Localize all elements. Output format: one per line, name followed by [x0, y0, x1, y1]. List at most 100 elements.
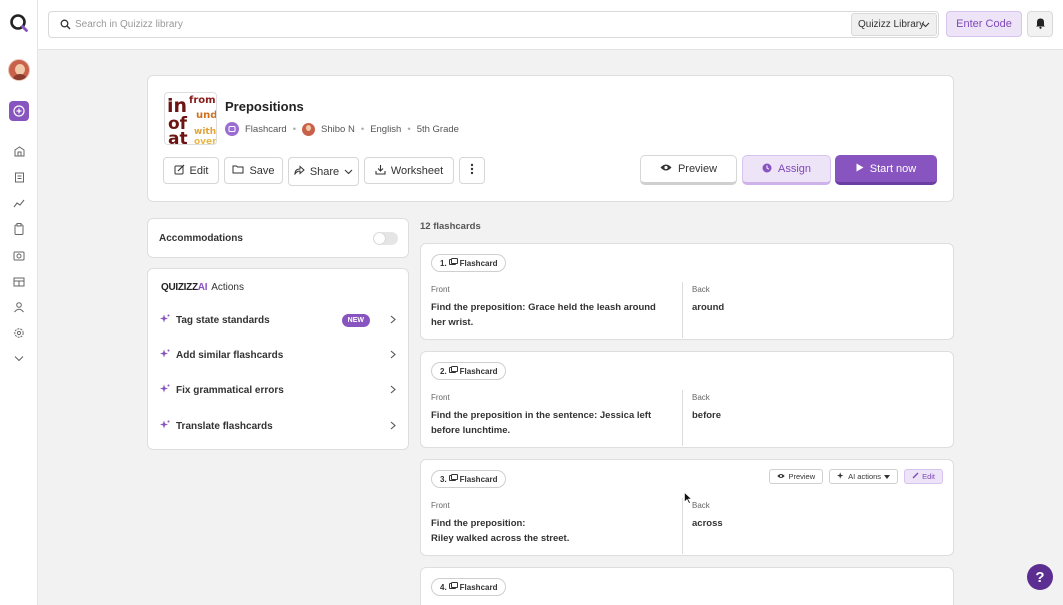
flashcard-card[interactable]: 2. Flashcard Front Find the preposition …: [420, 351, 954, 448]
sparkle-icon: [160, 420, 170, 433]
sparkle-icon: [160, 349, 170, 362]
ai-action-translate[interactable]: Translate flashcards: [160, 416, 398, 436]
sparkle-icon: [837, 471, 845, 482]
svg-text:und: und: [196, 110, 217, 121]
explore-icon[interactable]: [12, 144, 26, 158]
search-box: Quizizz Library: [48, 11, 939, 38]
svg-text:at: at: [168, 129, 188, 145]
notifications-button[interactable]: [1027, 11, 1053, 37]
settings-icon[interactable]: [12, 326, 26, 340]
flashcard-count: 12 flashcards: [420, 221, 481, 232]
accommodations-toggle[interactable]: [373, 232, 398, 245]
ai-action-label: Translate flashcards: [176, 420, 273, 432]
front-text-line-1: Find the preposition:: [431, 518, 526, 529]
flashcard-icon: [448, 582, 458, 592]
chevron-down-icon[interactable]: [12, 351, 26, 365]
flashcard-card[interactable]: 3. Flashcard Preview AI actions Edit Fro…: [420, 459, 954, 556]
create-plus-icon[interactable]: [9, 101, 29, 121]
reports-icon[interactable]: [12, 196, 26, 210]
ai-action-label: Add similar flashcards: [176, 349, 284, 361]
caret-down-icon: [884, 472, 891, 481]
more-vertical-icon: [470, 163, 474, 178]
chevron-down-icon: [344, 166, 353, 178]
assign-button[interactable]: Assign: [742, 155, 831, 185]
preview-label: Preview: [677, 163, 718, 175]
front-text-line-2: Riley walked across the street.: [431, 533, 570, 544]
card-preview-button[interactable]: Preview: [769, 469, 824, 484]
card-divider: [682, 498, 683, 554]
start-now-label: Start now: [869, 162, 917, 175]
save-button[interactable]: Save: [224, 157, 283, 184]
chevron-right-icon: [390, 315, 396, 327]
ai-action-tag-standards[interactable]: Tag state standards NEW: [160, 310, 398, 330]
people-icon[interactable]: [12, 300, 26, 314]
library-icon[interactable]: [12, 170, 26, 184]
search-input[interactable]: [75, 15, 835, 34]
sidebar: [0, 0, 38, 605]
mouse-cursor-icon: [684, 491, 693, 507]
accommodations-label: Accommodations: [159, 233, 243, 244]
chevron-right-icon: [390, 421, 396, 433]
card-ai-actions-button[interactable]: AI actions: [829, 469, 899, 484]
ai-actions-title: Actions: [211, 282, 244, 293]
quiz-meta: Flashcard • Shibo N • English • 5th Grad…: [225, 121, 459, 137]
back-label: Back: [692, 393, 710, 402]
flashcard-tag: 2. Flashcard: [431, 362, 507, 380]
quizizz-ai-logo: QUIZIZZAI: [161, 282, 208, 293]
flashcard-tag: 4. Flashcard: [431, 578, 507, 596]
eye-icon: [660, 163, 672, 175]
svg-text:from: from: [189, 95, 216, 106]
quiz-title: Prepositions: [225, 99, 304, 114]
flashcard-card[interactable]: 1. Flashcard Front Find the preposition:…: [420, 243, 954, 340]
flashcard-icon: [448, 474, 458, 484]
ai-action-add-similar[interactable]: Add similar flashcards: [160, 345, 398, 365]
library-select[interactable]: Quizizz Library: [851, 13, 937, 36]
pencil-icon: [912, 472, 919, 481]
quiz-language: English: [370, 123, 402, 135]
play-icon: [856, 163, 864, 175]
author-avatar: [302, 122, 316, 136]
ai-action-fix-grammar[interactable]: Fix grammatical errors: [160, 380, 398, 400]
search-icon: [60, 19, 71, 33]
worksheet-button[interactable]: Worksheet: [364, 157, 454, 184]
share-icon: [294, 165, 305, 178]
card-divider: [682, 390, 683, 446]
bell-icon: [1035, 17, 1046, 32]
folder-icon: [232, 164, 244, 177]
edit-icon: [174, 164, 185, 178]
quizizz-logo-icon[interactable]: [9, 13, 29, 33]
worksheet-label: Worksheet: [390, 164, 444, 177]
back-label: Back: [692, 501, 710, 510]
clipboard-icon[interactable]: [12, 222, 26, 236]
sparkle-icon: [160, 314, 170, 327]
edit-label: Edit: [189, 164, 209, 177]
front-label: Front: [431, 393, 450, 402]
flashcard-icon: [448, 258, 458, 268]
help-button[interactable]: ?: [1027, 564, 1053, 590]
share-label: Share: [309, 165, 340, 178]
share-button[interactable]: Share: [288, 157, 359, 186]
accommodations-card: Accommodations: [147, 218, 409, 258]
preview-button[interactable]: Preview: [640, 155, 737, 185]
eye-icon: [777, 472, 786, 481]
quiz-author[interactable]: Shibo N: [321, 124, 355, 135]
enter-code-button[interactable]: Enter Code: [946, 11, 1022, 37]
start-now-button[interactable]: Start now: [835, 155, 937, 185]
save-label: Save: [249, 164, 275, 177]
svg-text:with: with: [194, 127, 216, 137]
more-options-button[interactable]: [459, 157, 485, 184]
ai-action-label: Tag state standards: [176, 314, 270, 326]
edit-button[interactable]: Edit: [163, 157, 219, 184]
ai-actions-card: QUIZIZZAI Actions Tag state standards NE…: [147, 268, 409, 450]
flashcard-card[interactable]: 4. Flashcard: [420, 567, 954, 605]
card-actions: Preview AI actions Edit: [769, 469, 943, 484]
user-avatar[interactable]: [8, 59, 30, 81]
ai-actions-header: QUIZIZZAI Actions: [161, 282, 244, 293]
back-text: around: [692, 302, 725, 313]
media-icon[interactable]: [12, 248, 26, 262]
school-icon[interactable]: [12, 274, 26, 288]
clock-icon: [762, 163, 772, 176]
sparkle-icon: [160, 384, 170, 397]
chevron-right-icon: [390, 350, 396, 362]
card-edit-button[interactable]: Edit: [904, 469, 943, 484]
